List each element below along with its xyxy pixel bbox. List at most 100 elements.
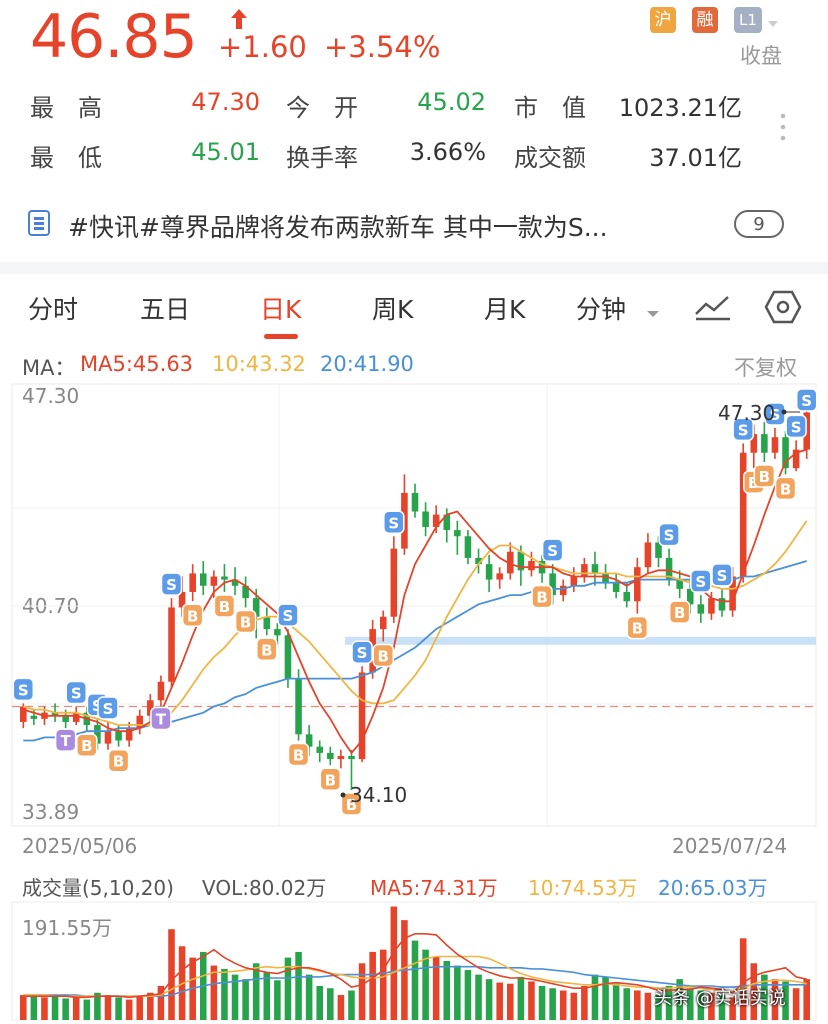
trade-marker-b: B <box>293 747 304 765</box>
trade-marker-s: S <box>791 418 802 436</box>
trade-marker-s: S <box>103 700 114 718</box>
trade-marker-t: T <box>156 710 167 728</box>
trade-marker-b: B <box>325 771 336 789</box>
volume-bar <box>104 995 112 1020</box>
volume-bar <box>316 985 324 1020</box>
chart-grid <box>11 383 817 827</box>
candle-body <box>612 582 620 592</box>
volume-bar <box>62 998 69 1020</box>
high-price-label: 47.30 <box>718 401 775 425</box>
candle-body <box>464 536 472 558</box>
volume-current: VOL:80.02万 <box>202 876 327 900</box>
trade-marker-s: S <box>801 392 812 410</box>
candle-body <box>104 731 112 744</box>
volume-bar <box>485 979 493 1020</box>
candle-body <box>697 604 705 614</box>
trade-marker-b: B <box>113 753 124 771</box>
volume-bar <box>644 992 652 1020</box>
trade-marker-s: S <box>166 576 177 594</box>
volume-bar <box>348 990 355 1020</box>
candle-body <box>634 567 641 602</box>
ma20-line <box>23 560 807 742</box>
high-label-dot <box>781 409 787 415</box>
ma10-line <box>23 520 808 726</box>
volume-bar <box>454 965 461 1020</box>
candle-body <box>422 511 429 527</box>
trade-marker-b: B <box>219 598 230 616</box>
volume-bar <box>443 961 451 1020</box>
candle-body <box>496 573 503 580</box>
candle-body <box>157 681 165 701</box>
candle-body <box>30 715 38 719</box>
volume-bar <box>792 988 800 1020</box>
trade-marker-s: S <box>18 681 29 699</box>
volume-bar <box>411 940 419 1020</box>
candle-body <box>623 591 631 602</box>
volume-bar <box>464 970 472 1020</box>
volume-bar <box>136 996 144 1020</box>
volume-bar <box>623 988 631 1020</box>
trade-marker-b: B <box>759 468 770 486</box>
volume-bar <box>30 996 38 1020</box>
volume-bar <box>72 997 80 1020</box>
candle-body <box>327 752 334 760</box>
volume-bar <box>125 999 133 1020</box>
trade-marker-b: B <box>187 607 198 625</box>
candle-body <box>739 452 747 577</box>
candle-body <box>379 616 387 630</box>
candle-body <box>295 678 302 735</box>
candle-body <box>221 576 228 580</box>
volume-bar <box>337 995 345 1020</box>
volume-bar <box>83 999 91 1020</box>
volume-bar <box>549 988 556 1020</box>
kline-chart[interactable]: SSBSSBTTSBBBBSBBBSBSBSBSBSSSBBSBSS 47.30… <box>0 0 828 1024</box>
volume-bar <box>115 997 122 1020</box>
volume-bar <box>221 968 228 1020</box>
trade-marker-b: B <box>674 604 685 622</box>
trade-marker-b: B <box>378 647 389 665</box>
candle-body <box>570 576 578 586</box>
candle-body <box>210 576 218 586</box>
volume-bar <box>506 983 514 1020</box>
trade-marker-b: B <box>536 589 547 607</box>
volume-bar <box>20 995 27 1020</box>
trade-marker-s: S <box>717 567 728 585</box>
trade-marker-s: S <box>283 607 294 625</box>
trade-marker-s: S <box>664 527 675 545</box>
trade-marker-b: B <box>780 480 791 498</box>
candle-body <box>20 706 27 722</box>
low-label-dot <box>340 792 346 798</box>
trade-marker-s: S <box>357 644 368 662</box>
candle-body <box>115 731 122 741</box>
candle-body <box>390 548 398 617</box>
volume-bar <box>327 988 334 1020</box>
volume-bar <box>570 992 578 1020</box>
trade-marker-b: B <box>261 641 272 659</box>
candle-body <box>644 542 652 568</box>
candle-body <box>528 561 535 571</box>
volume-ma10: 10:74.53万 <box>528 876 638 900</box>
candle-body <box>708 598 715 614</box>
support-band <box>345 636 816 645</box>
volume-bar <box>274 980 281 1020</box>
volume-bar <box>390 906 398 1020</box>
volume-bar <box>379 949 387 1020</box>
volume-bar <box>559 990 567 1020</box>
candle-body <box>189 573 196 592</box>
candle-body <box>454 530 461 537</box>
volume-bar <box>475 974 482 1020</box>
volume-bar <box>41 997 48 1020</box>
candle-body <box>316 746 324 753</box>
candle-body <box>348 755 355 760</box>
volume-bar <box>295 951 302 1020</box>
candle-body <box>559 585 567 596</box>
volume-ma20: 20:65.03万 <box>658 876 768 900</box>
candle-body <box>284 635 292 679</box>
volume-bar <box>252 963 260 1020</box>
trade-marker-b: B <box>240 613 251 631</box>
candle-body <box>263 616 271 630</box>
candle-body <box>168 607 175 682</box>
volume-bar <box>51 995 59 1020</box>
volume-ma5: MA5:74.31万 <box>370 876 498 900</box>
volume-bar <box>538 985 546 1020</box>
